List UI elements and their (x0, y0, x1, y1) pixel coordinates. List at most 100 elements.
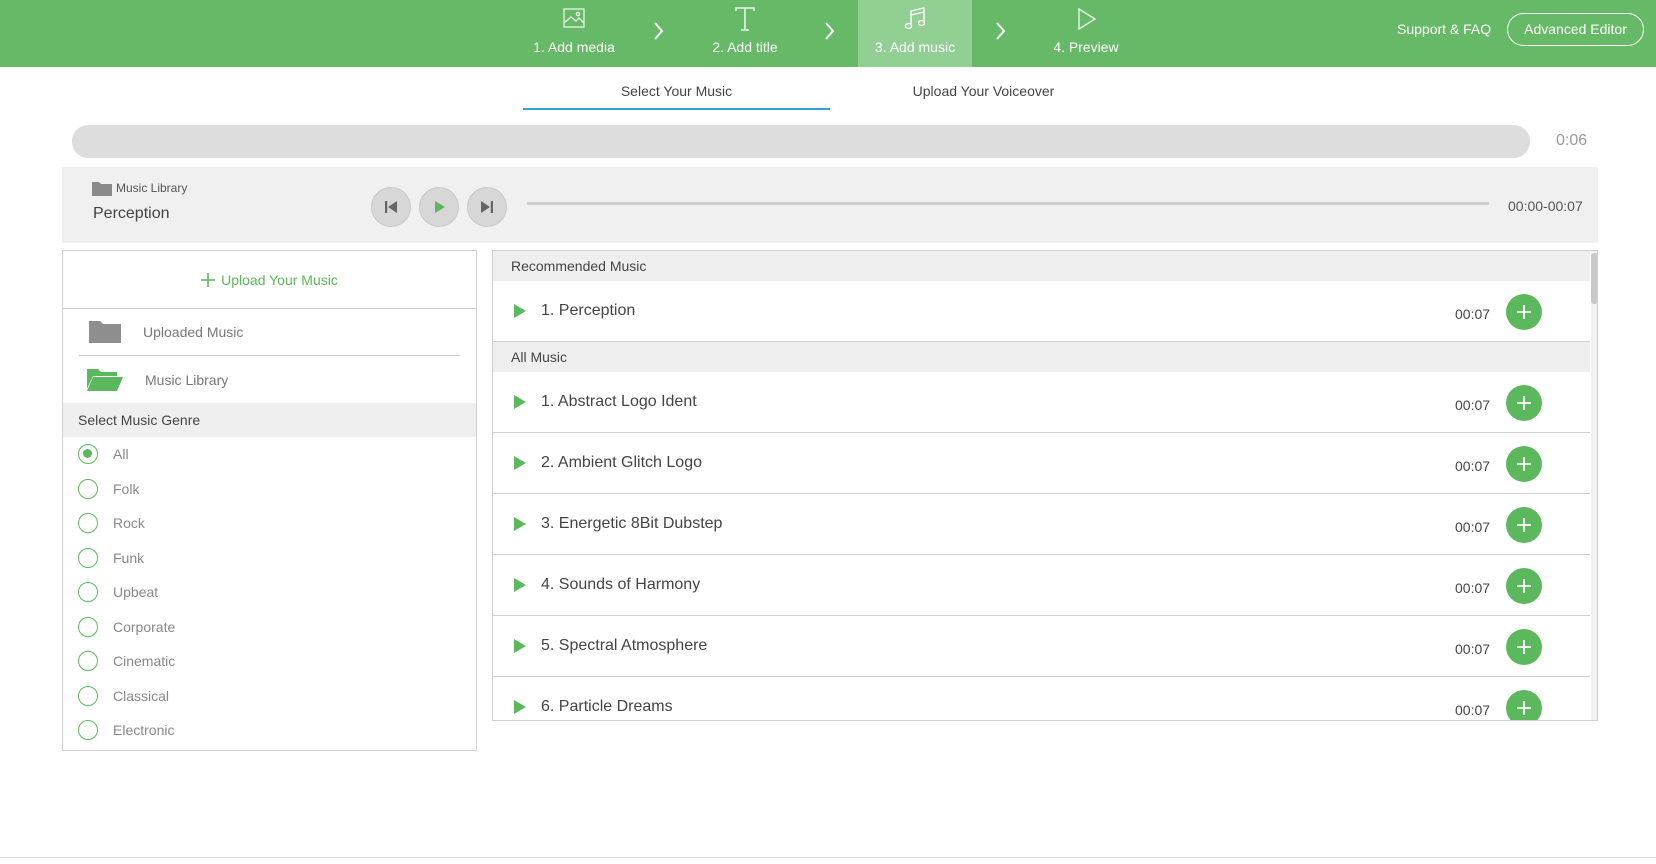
add-track-button[interactable] (1506, 568, 1542, 604)
music-icon (858, 6, 972, 34)
list-item[interactable]: 1. Perception 00:07 (493, 281, 1590, 342)
genre-option-rock[interactable]: Rock (63, 506, 476, 541)
radio-button[interactable] (78, 685, 98, 706)
track-title: 4. Sounds of Harmony (541, 576, 701, 593)
track-duration: 00:07 (1455, 458, 1491, 474)
recommended-heading: Recommended Music (493, 251, 1590, 281)
genre-option-electronic[interactable]: Electronic (63, 713, 476, 748)
plus-icon (1517, 305, 1531, 319)
all-music-heading: All Music (493, 342, 1590, 372)
folder-icon (92, 182, 112, 196)
genre-option-classical[interactable]: Classical (63, 679, 476, 714)
music-source-panel: Upload Your Music Uploaded Music Music L… (62, 250, 477, 751)
track-title: 1. Abstract Logo Ident (541, 393, 697, 410)
play-outline-icon (1029, 6, 1143, 34)
add-track-button[interactable] (1506, 446, 1542, 482)
advanced-editor-button[interactable]: Advanced Editor (1507, 13, 1644, 46)
play-icon[interactable] (514, 639, 526, 653)
genre-option-folk[interactable]: Folk (63, 472, 476, 507)
genre-option-upbeat[interactable]: Upbeat (63, 575, 476, 610)
genre-label: Corporate (113, 618, 176, 635)
add-track-button[interactable] (1506, 629, 1542, 665)
list-item[interactable]: 1. Abstract Logo Ident 00:07 (493, 372, 1590, 433)
genre-option-funk[interactable]: Funk (63, 541, 476, 576)
plus-icon (201, 272, 216, 287)
add-track-button[interactable] (1506, 690, 1542, 720)
genre-option-all[interactable]: All (63, 437, 476, 472)
support-faq-link[interactable]: Support & FAQ (1397, 21, 1491, 37)
play-icon[interactable] (514, 700, 526, 714)
step-label: 1. Add media (533, 39, 615, 55)
video-progress-bar[interactable] (72, 125, 1530, 158)
step-label: 3. Add music (874, 39, 956, 55)
list-item[interactable]: 4. Sounds of Harmony 00:07 (493, 555, 1590, 616)
radio-button[interactable] (78, 513, 98, 534)
genre-label: Classical (113, 687, 170, 704)
folder-uploaded-music[interactable]: Uploaded Music (79, 309, 460, 356)
text-icon (688, 6, 802, 34)
step-preview[interactable]: 4. Preview (1029, 0, 1143, 67)
play-icon[interactable] (514, 456, 526, 470)
list-item[interactable]: 3. Energetic 8Bit Dubstep 00:07 (493, 494, 1590, 555)
chevron-right-icon (825, 22, 835, 40)
step-label: 2. Add title (712, 39, 778, 55)
upload-music-label: Upload Your Music (221, 271, 338, 288)
radio-button[interactable] (78, 582, 98, 603)
genre-option-cinematic[interactable]: Cinematic (63, 644, 476, 679)
track-scrubber[interactable] (527, 202, 1489, 205)
track-duration: 00:07 (1455, 580, 1491, 596)
play-icon[interactable] (514, 517, 526, 531)
folder-open-icon (87, 368, 123, 391)
folder-label: Music Library (145, 371, 229, 388)
list-item[interactable]: 6. Particle Dreams 00:07 (493, 677, 1590, 720)
radio-button[interactable] (78, 616, 98, 637)
radio-button[interactable] (78, 478, 98, 499)
plus-icon (1517, 457, 1531, 471)
radio-button[interactable] (78, 547, 98, 568)
add-track-button[interactable] (1506, 294, 1542, 330)
list-item[interactable]: 5. Spectral Atmosphere 00:07 (493, 616, 1590, 677)
play-button[interactable] (419, 187, 459, 227)
track-duration: 00:07 (1455, 519, 1491, 535)
genre-label: All (113, 446, 129, 463)
plus-icon (1517, 518, 1531, 532)
play-icon[interactable] (514, 395, 526, 409)
track-duration: 00:07 (1455, 306, 1491, 322)
upload-music-button[interactable]: Upload Your Music (63, 251, 476, 309)
radio-button[interactable] (78, 720, 98, 741)
folder-music-library[interactable]: Music Library (79, 356, 460, 403)
tab-select-music[interactable]: Select Your Music (523, 82, 830, 110)
step-add-media[interactable]: 1. Add media (517, 0, 631, 67)
progress-time: 0:06 (1556, 132, 1588, 149)
plus-icon (1517, 396, 1531, 410)
add-track-button[interactable] (1506, 507, 1542, 543)
radio-button[interactable] (78, 651, 98, 672)
previous-track-button[interactable] (371, 187, 411, 227)
player-source-label: Music Library (116, 181, 188, 195)
scrollbar[interactable] (1591, 251, 1597, 720)
chevron-right-icon (654, 22, 664, 40)
scrollbar-thumb[interactable] (1591, 253, 1597, 304)
chevron-right-icon (996, 22, 1006, 40)
play-icon[interactable] (514, 578, 526, 592)
next-track-button[interactable] (467, 187, 507, 227)
track-time-range: 00:00-00:07 (1508, 198, 1583, 214)
genre-option-corporate[interactable]: Corporate (63, 610, 476, 645)
add-track-button[interactable] (1506, 385, 1542, 421)
track-title: 1. Perception (541, 302, 636, 319)
tab-label: Upload Your Voiceover (912, 83, 1055, 99)
tab-upload-voiceover[interactable]: Upload Your Voiceover (830, 82, 1137, 110)
skip-back-icon (385, 201, 397, 213)
divider (0, 857, 1656, 858)
play-icon[interactable] (514, 304, 526, 318)
genre-label: Electronic (113, 722, 175, 739)
skip-forward-icon (481, 201, 493, 213)
player-source: Music Library (92, 180, 187, 196)
track-title: 5. Spectral Atmosphere (541, 637, 708, 654)
current-track-name: Perception (93, 205, 170, 222)
step-add-title[interactable]: 2. Add title (688, 0, 802, 67)
image-icon (517, 6, 631, 34)
list-item[interactable]: 2. Ambient Glitch Logo 00:07 (493, 433, 1590, 494)
radio-button[interactable] (78, 444, 98, 465)
step-add-music[interactable]: 3. Add music (858, 0, 972, 67)
